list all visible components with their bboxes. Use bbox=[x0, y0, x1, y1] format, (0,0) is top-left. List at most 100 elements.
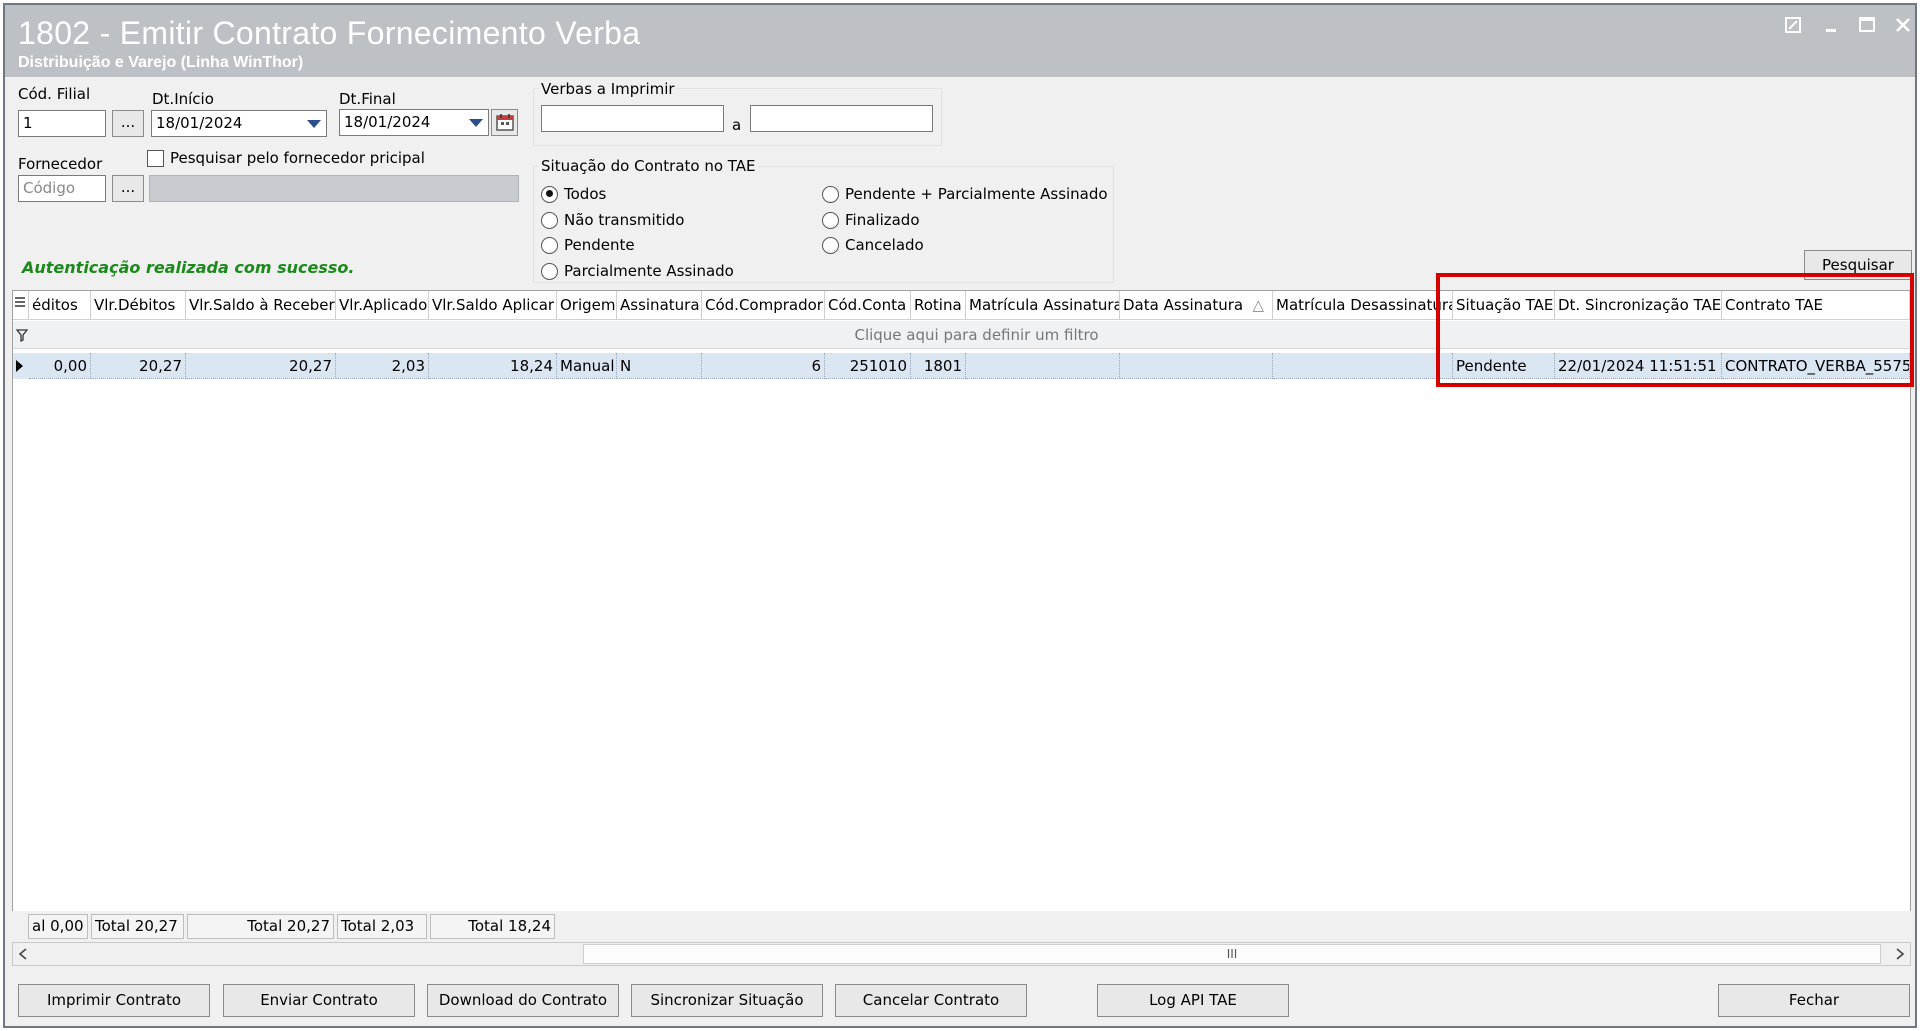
fechar-button[interactable]: Fechar bbox=[1718, 984, 1910, 1017]
cell-assinatura[interactable]: N bbox=[617, 353, 702, 379]
fornecedor-browse-button[interactable]: ... bbox=[112, 175, 144, 202]
col-header-rotina[interactable]: Rotina bbox=[911, 291, 966, 320]
col-header-cod-conta[interactable]: Cód.Conta bbox=[825, 291, 911, 320]
cell-vlr-saldo-aplicar[interactable]: 18,24 bbox=[429, 353, 557, 379]
highlight-box bbox=[1436, 273, 1914, 387]
radio-parcialmente-assinado[interactable]: Parcialmente Assinado bbox=[541, 261, 734, 281]
download-contrato-button[interactable]: Download do Contrato bbox=[427, 984, 619, 1017]
dt-final-label: Dt.Final bbox=[339, 90, 396, 108]
main-window: 1802 - Emitir Contrato Fornecimento Verb… bbox=[3, 3, 1917, 1028]
minimize-icon[interactable] bbox=[1818, 15, 1844, 41]
dt-final-value: 18/01/2024 bbox=[344, 113, 431, 131]
radio-nao-transmitido-label: Não transmitido bbox=[564, 211, 685, 229]
dt-inicio-value: 18/01/2024 bbox=[156, 114, 243, 132]
col-header-matricula-desassinatura[interactable]: Matrícula Desassinatura bbox=[1273, 291, 1453, 320]
sort-ascending-icon: △ bbox=[1252, 296, 1264, 314]
cancelar-contrato-button[interactable]: Cancelar Contrato bbox=[835, 984, 1027, 1017]
total-vlr-debitos: Total 20,27 bbox=[91, 914, 184, 939]
verbas-separator: a bbox=[732, 116, 742, 134]
fornecedor-code-input[interactable]: Código bbox=[18, 175, 106, 202]
dt-inicio-label: Dt.Início bbox=[152, 90, 214, 108]
radio-finalizado-circle bbox=[822, 211, 839, 229]
total-vlr-aplicado: Total 2,03 bbox=[337, 914, 427, 939]
total-creditos: al 0,00 bbox=[28, 914, 88, 939]
window-subtitle: Distribuição e Varejo (Linha WinThor) bbox=[18, 54, 304, 71]
grid-totals-row: al 0,00 Total 20,27 Total 20,27 Total 2,… bbox=[12, 911, 1911, 941]
cell-data-assinatura[interactable] bbox=[1120, 353, 1273, 379]
col-header-vlr-debitos[interactable]: Vlr.Débitos bbox=[91, 291, 186, 320]
close-icon[interactable] bbox=[1890, 15, 1916, 41]
enviar-contrato-button[interactable]: Enviar Contrato bbox=[223, 984, 415, 1017]
filial-browse-button[interactable]: ... bbox=[112, 110, 144, 137]
column-chooser-icon[interactable] bbox=[13, 291, 29, 320]
dt-inicio-input[interactable]: 18/01/2024 bbox=[151, 110, 327, 137]
fornecedor-principal-label: Pesquisar pelo fornecedor pricipal bbox=[170, 149, 425, 167]
content-area: Cód. Filial 1 ... Dt.Início 18/01/2024 D… bbox=[12, 78, 1912, 1023]
dt-inicio-dropdown-icon[interactable] bbox=[303, 111, 325, 136]
fornecedor-label: Fornecedor bbox=[18, 155, 103, 173]
col-header-creditos[interactable]: éditos bbox=[29, 291, 91, 320]
success-message: Autenticação realizada com sucesso. bbox=[22, 258, 355, 277]
radio-pendente-circle bbox=[541, 236, 558, 254]
maximize-icon[interactable] bbox=[1854, 15, 1880, 41]
radio-todos[interactable]: Todos bbox=[541, 184, 606, 204]
radio-pendente-parcial[interactable]: Pendente + Parcialmente Assinado bbox=[822, 184, 1108, 204]
radio-pendente-label: Pendente bbox=[564, 236, 635, 254]
col-header-vlr-saldo-receber[interactable]: Vlr.Saldo à Receber bbox=[186, 291, 336, 320]
verbas-label: Verbas a Imprimir bbox=[539, 80, 677, 98]
col-header-vlr-aplicado[interactable]: Vlr.Aplicado bbox=[336, 291, 429, 320]
dt-final-dropdown-icon[interactable] bbox=[465, 110, 487, 135]
radio-cancelado-circle bbox=[822, 236, 839, 254]
scrollbar-grip: III bbox=[1226, 947, 1238, 961]
horizontal-scrollbar[interactable]: III bbox=[12, 942, 1911, 966]
col-header-assinatura[interactable]: Assinatura bbox=[617, 291, 702, 320]
radio-cancelado-label: Cancelado bbox=[845, 236, 924, 254]
radio-nao-transmitido[interactable]: Não transmitido bbox=[541, 210, 684, 230]
radio-pendente[interactable]: Pendente bbox=[541, 235, 635, 255]
col-header-vlr-saldo-aplicar[interactable]: Vlr.Saldo Aplicar bbox=[429, 291, 557, 320]
imprimir-contrato-button[interactable]: Imprimir Contrato bbox=[18, 984, 210, 1017]
verbas-from-input[interactable] bbox=[541, 105, 724, 132]
cell-origem[interactable]: Manual bbox=[557, 353, 617, 379]
verbas-to-input[interactable] bbox=[750, 105, 933, 132]
log-api-tae-button[interactable]: Log API TAE bbox=[1097, 984, 1289, 1017]
total-vlr-saldo-receber: Total 20,27 bbox=[187, 914, 334, 939]
window-title: 1802 - Emitir Contrato Fornecimento Verb… bbox=[18, 15, 641, 51]
cell-vlr-saldo-receber[interactable]: 20,27 bbox=[186, 353, 336, 379]
row-indicator-icon bbox=[16, 360, 23, 372]
sincronizar-situacao-button[interactable]: Sincronizar Situação bbox=[631, 984, 823, 1017]
radio-todos-circle bbox=[541, 185, 558, 203]
col-header-data-assinatura-label: Data Assinatura bbox=[1123, 296, 1244, 314]
radio-cancelado[interactable]: Cancelado bbox=[822, 235, 924, 255]
filial-label: Cód. Filial bbox=[18, 85, 91, 103]
fornecedor-principal-checkbox[interactable] bbox=[147, 150, 164, 167]
radio-finalizado-label: Finalizado bbox=[845, 211, 920, 229]
radio-parcialmente-assinado-label: Parcialmente Assinado bbox=[564, 262, 734, 280]
col-header-origem[interactable]: Origem bbox=[557, 291, 617, 320]
cell-rotina[interactable]: 1801 bbox=[911, 353, 966, 379]
cell-vlr-debitos[interactable]: 20,27 bbox=[91, 353, 186, 379]
fornecedor-name-field bbox=[149, 175, 519, 202]
radio-todos-label: Todos bbox=[564, 185, 607, 203]
filial-input[interactable]: 1 bbox=[18, 110, 106, 137]
restore-size-icon[interactable] bbox=[1780, 15, 1806, 41]
col-header-cod-comprador[interactable]: Cód.Comprador bbox=[702, 291, 825, 320]
radio-nao-transmitido-circle bbox=[541, 211, 558, 229]
cell-cod-conta[interactable]: 251010 bbox=[825, 353, 911, 379]
cell-matricula-desassinatura[interactable] bbox=[1273, 353, 1453, 379]
cell-vlr-aplicado[interactable]: 2,03 bbox=[336, 353, 429, 379]
radio-pendente-parcial-circle bbox=[822, 185, 839, 203]
radio-finalizado[interactable]: Finalizado bbox=[822, 210, 920, 230]
cell-cod-comprador[interactable]: 6 bbox=[702, 353, 825, 379]
title-bar[interactable]: 1802 - Emitir Contrato Fornecimento Verb… bbox=[5, 5, 1915, 77]
col-header-data-assinatura[interactable]: Data Assinatura △ bbox=[1120, 291, 1273, 320]
calendar-icon[interactable] bbox=[491, 109, 518, 136]
radio-parcialmente-assinado-circle bbox=[541, 262, 558, 280]
scroll-right-icon[interactable] bbox=[1894, 947, 1906, 965]
situacao-label: Situação do Contrato no TAE bbox=[539, 157, 758, 175]
col-header-matricula-assinatura[interactable]: Matrícula Assinatura bbox=[966, 291, 1120, 320]
cell-creditos[interactable]: 0,00 bbox=[29, 353, 91, 379]
cell-matricula-assinatura[interactable] bbox=[966, 353, 1120, 379]
scroll-left-icon[interactable] bbox=[17, 947, 29, 965]
scrollbar-thumb[interactable]: III bbox=[583, 944, 1881, 964]
